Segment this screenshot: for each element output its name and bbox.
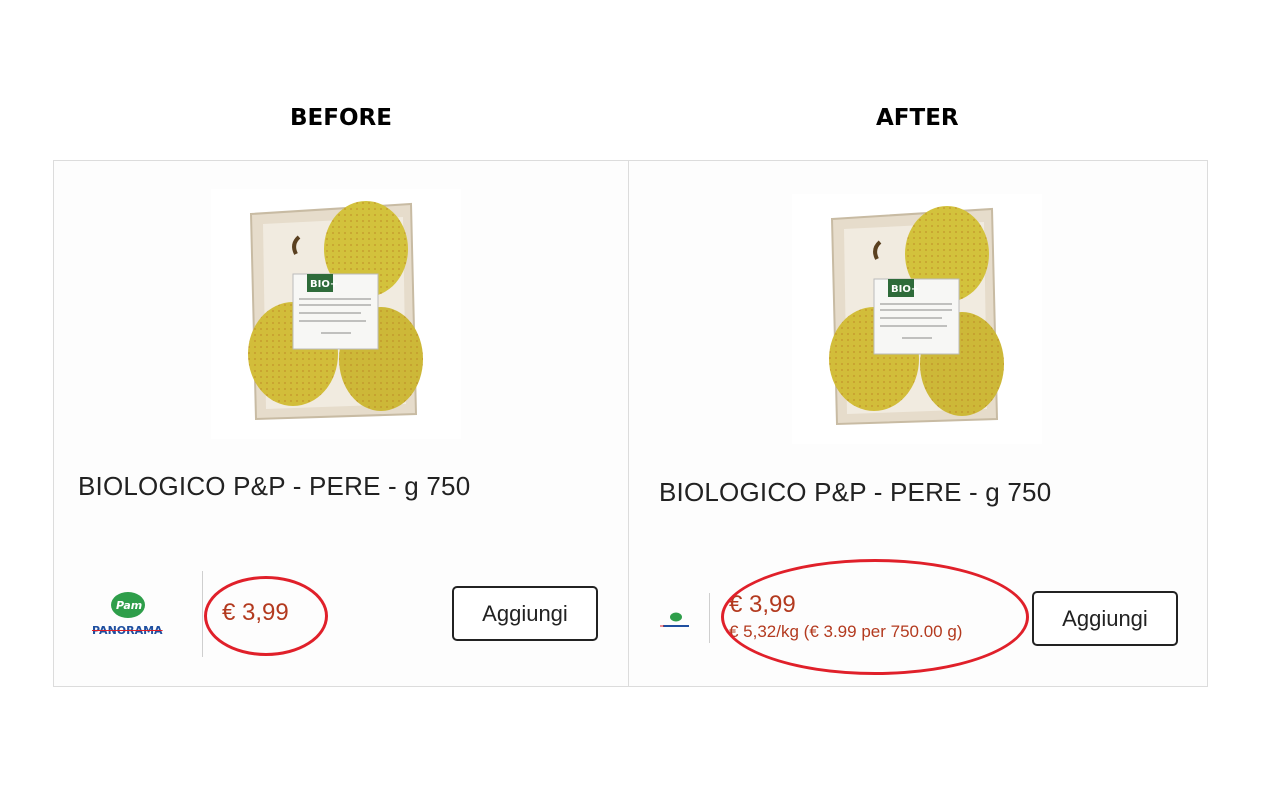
svg-text:BIO+: BIO+ [310,279,338,290]
add-to-cart-button[interactable]: Aggiungi [1032,591,1178,646]
price: € 3,99 [222,599,289,626]
price-divider [202,571,203,657]
unit-price: € 5,32/kg (€ 3.99 per 750.00 g) [729,622,963,641]
product-card-after: BIO+ BIOLOGICO P&P - PERE - g 750 € 3,99… [628,160,1208,687]
store-logo: Pam PANORAMA [80,591,180,641]
pam-logo-icon [660,612,689,627]
panorama-logo-text: PANORAMA [92,624,163,637]
store-logo [659,611,693,631]
before-heading: BEFORE [290,105,392,131]
product-card-before: BIO+ BIOLOGICO P&P - PERE - g 750 Pam PA… [53,160,629,687]
svg-text:Pam: Pam [116,599,142,612]
pears-in-tray-image: BIO+ [211,189,461,439]
add-to-cart-button[interactable]: Aggiungi [452,586,598,641]
product-title[interactable]: BIOLOGICO P&P - PERE - g 750 [78,471,470,502]
pears-in-tray-image: BIO+ [792,194,1042,444]
price-divider [709,593,710,643]
price: € 3,99 [729,591,796,618]
svg-text:BIO+: BIO+ [891,284,919,295]
product-title[interactable]: BIOLOGICO P&P - PERE - g 750 [659,477,1051,508]
after-heading: AFTER [876,105,959,131]
pam-logo-icon: Pam [111,592,145,618]
